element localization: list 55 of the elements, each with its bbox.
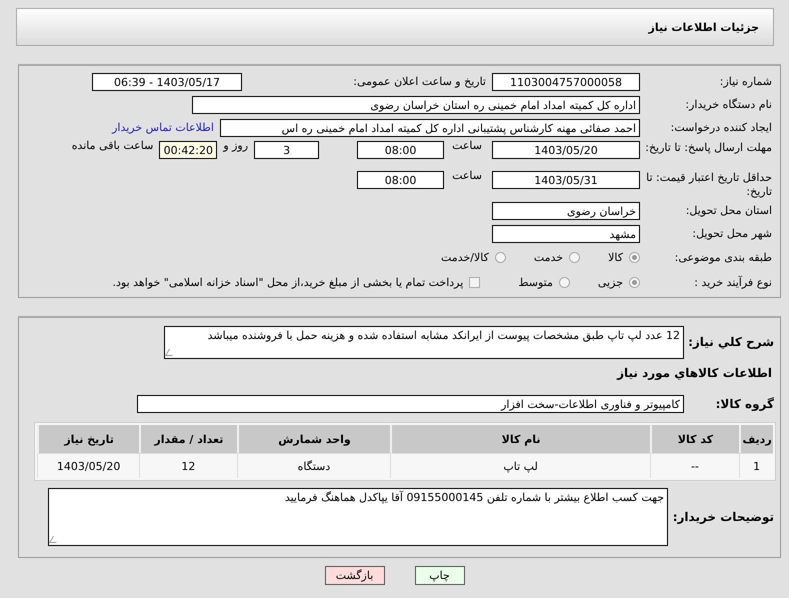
need-number-field: 1103004757000058 <box>492 72 640 90</box>
table-cell: دستگاه <box>236 453 390 478</box>
field-label: شرح کلي نياز: <box>687 335 775 349</box>
contact-link[interactable]: اطلاعات تماس خریدار <box>112 121 214 134</box>
radio-option[interactable]: متوسط <box>518 276 570 289</box>
goods-group-field: کامپیوتر و فناوری اطلاعات-سخت افزار <box>137 395 684 413</box>
page-title: جزئیات اطلاعات نیاز <box>648 20 759 34</box>
days-label: روز و <box>223 139 248 152</box>
field-label: شهر محل تحویل: <box>691 227 773 240</box>
radio-option[interactable]: جزیی <box>598 276 640 289</box>
radio-option[interactable]: خدمت <box>534 251 580 264</box>
back-button[interactable]: بازگشت <box>324 566 384 585</box>
field-label: شماره نیاز: <box>718 75 773 88</box>
field-label: استان محل تحویل: <box>684 204 773 217</box>
field-label: توضیحات خریدار: <box>672 510 775 524</box>
time-field: 08:00 <box>357 141 444 159</box>
date-field: 1403/05/20 <box>492 141 640 159</box>
date-field: 1403/05/31 <box>492 171 640 189</box>
days-field: 3 <box>254 141 320 159</box>
table-cell: 1 <box>739 453 773 478</box>
announce-date-field: 1403/05/17 - 06:39 <box>92 72 242 90</box>
time-label: ساعت <box>452 139 482 152</box>
table-cell: 12 <box>139 453 237 478</box>
table-cell: -- <box>650 453 740 478</box>
description-textarea[interactable]: 12 عدد لپ تاپ طبق مشخصات پیوست از ایرانکد مشابه استفاده شده و هزینه حمل با فروشنده میباشد <box>164 326 684 358</box>
field-label: نام دستگاه خریدار: <box>684 98 773 111</box>
field-label: طبقه بندی موضوعی: <box>674 251 773 264</box>
remaining-time-field: 00:42:20 <box>159 141 218 159</box>
field-label: نوع فرآیند خرید : <box>693 276 773 289</box>
radio-option[interactable]: کالا <box>608 251 640 264</box>
creator-field: احمد صفائی مهنه کارشناس پشتیبانی اداره کل کمیته امداد امام خمینی ره اس <box>220 118 640 136</box>
notes-textarea[interactable]: جهت کسب اطلاع بیشتر با شماره تلفن 09155000145 آقا یپاکدل هماهنگ فرمایید <box>48 488 668 546</box>
province-field: خراسان رضوی <box>492 202 640 220</box>
field-label: گروه کالا: <box>714 397 775 411</box>
column-header: واحد شمارش <box>236 425 390 453</box>
remaining-label: ساعت باقی مانده <box>72 139 154 152</box>
field-label: تاریخ و ساعت اعلان عمومی: <box>352 75 486 88</box>
city-field: مشهد <box>492 224 640 242</box>
payment-checkbox[interactable]: پرداخت تمام یا بخشی از مبلغ خرید،از محل "اسناد خزانه اسلامی" خواهد بود. <box>112 276 480 289</box>
column-header: ردیف <box>739 425 773 453</box>
field-label: حداقل تاریخ اعتبار قیمت: تا تاریخ: <box>645 171 773 199</box>
table-cell: 1403/05/20 <box>37 453 140 478</box>
table-cell: لپ تاپ <box>390 453 650 478</box>
column-header: نام کالا <box>390 425 650 453</box>
column-header: تاریخ نیاز <box>37 425 140 453</box>
field-label: ایجاد کننده درخواست: <box>670 121 773 134</box>
buyer-field: اداره کل کمیته امداد امام خمینی ره استان خراسان رضوی <box>192 96 640 114</box>
column-header: کد کالا <box>650 425 740 453</box>
column-header: تعداد / مقدار <box>139 425 237 453</box>
radio-option[interactable]: کالا/خدمت <box>441 251 506 264</box>
time-field: 08:00 <box>357 171 444 189</box>
print-button[interactable]: چاپ <box>414 566 464 585</box>
section-heading: اطلاعات كالاهاي مورد نياز <box>616 365 773 382</box>
field-label: مهلت ارسال پاسخ: تا تاریخ: <box>644 141 773 155</box>
time-label: ساعت <box>452 169 482 182</box>
